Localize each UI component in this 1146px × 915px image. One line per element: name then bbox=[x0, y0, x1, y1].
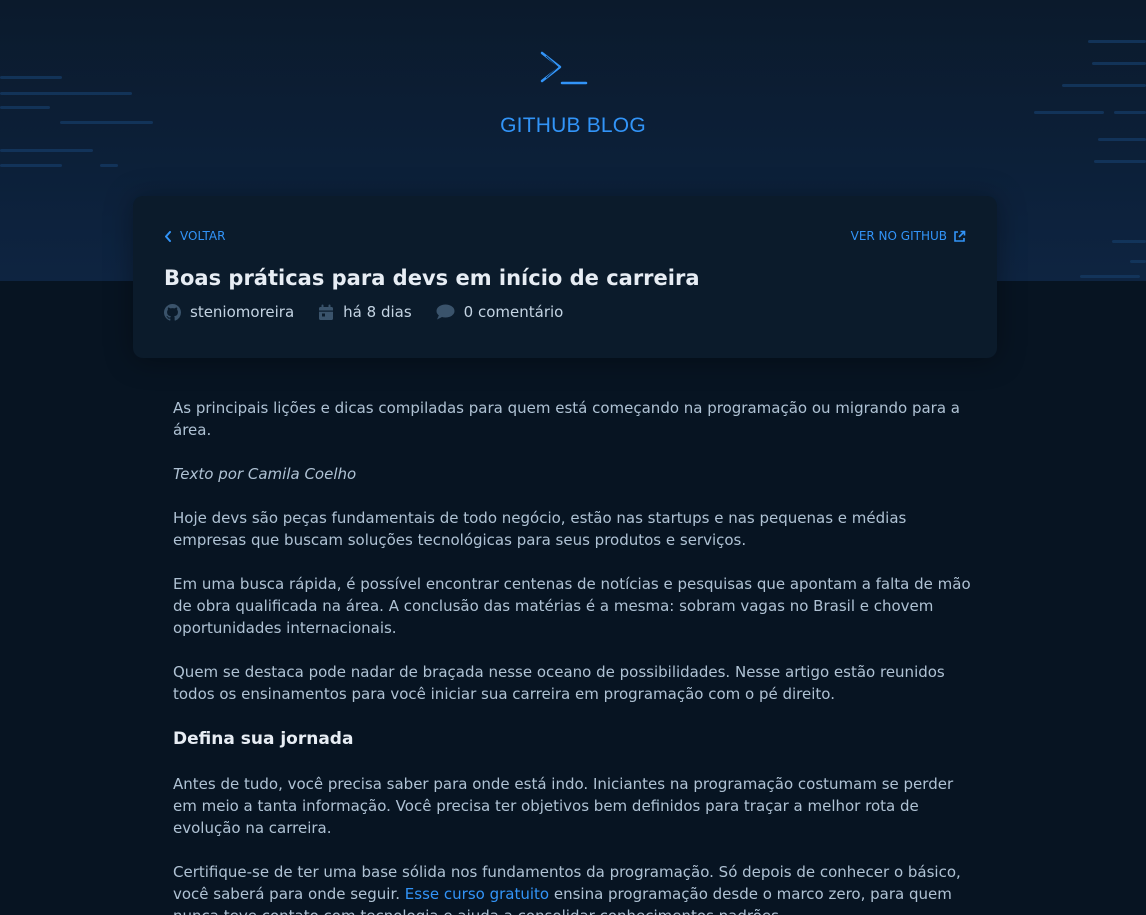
author-meta: steniomoreira bbox=[164, 303, 294, 321]
chevron-left-icon bbox=[165, 230, 171, 242]
decorative-line bbox=[1098, 138, 1146, 141]
decorative-line bbox=[1112, 240, 1146, 243]
article-byline: Texto por Camila Coelho bbox=[173, 465, 357, 483]
post-header-card: VOLTAR VER NO GITHUB Boas práticas para … bbox=[133, 196, 997, 358]
view-on-github-label: VER NO GITHUB bbox=[850, 229, 947, 243]
decorative-line bbox=[1092, 62, 1146, 65]
post-meta: steniomoreira há 8 dias 0 comentário bbox=[164, 303, 587, 321]
decorative-line bbox=[0, 164, 62, 167]
back-link[interactable]: VOLTAR bbox=[164, 229, 225, 243]
date-meta: há 8 dias bbox=[318, 303, 412, 321]
decorative-line bbox=[100, 164, 118, 167]
decorative-line bbox=[0, 76, 62, 79]
decorative-line bbox=[1088, 40, 1146, 43]
comment-icon bbox=[436, 304, 455, 320]
article-body: As principais lições e dicas compiladas … bbox=[173, 397, 973, 915]
article-heading: Defina sua jornada bbox=[173, 729, 354, 749]
post-title: Boas práticas para devs em início de car… bbox=[164, 266, 700, 290]
github-icon bbox=[164, 303, 181, 321]
article-paragraph: Em uma busca rápida, é possível encontra… bbox=[173, 575, 971, 637]
decorative-line bbox=[0, 149, 93, 152]
back-link-label: VOLTAR bbox=[180, 229, 226, 243]
comments-meta: 0 comentário bbox=[436, 303, 564, 321]
terminal-prompt-icon bbox=[540, 51, 588, 85]
article-paragraph: Antes de tudo, você precisa saber para o… bbox=[173, 775, 954, 837]
decorative-line bbox=[0, 106, 50, 109]
article-paragraph: Quem se destaca pode nadar de braçada ne… bbox=[173, 663, 945, 703]
decorative-line bbox=[1080, 275, 1140, 278]
comments-count: 0 comentário bbox=[463, 303, 564, 321]
view-on-github-link[interactable]: VER NO GITHUB bbox=[851, 229, 966, 243]
decorative-line bbox=[0, 92, 132, 95]
calendar-icon bbox=[319, 304, 334, 320]
post-date: há 8 dias bbox=[343, 303, 412, 321]
course-link[interactable]: Esse curso gratuito bbox=[405, 885, 549, 903]
blog-title: GITHUB BLOG bbox=[500, 114, 646, 137]
article-paragraph: Hoje devs são peças fundamentais de todo… bbox=[173, 509, 907, 549]
decorative-line bbox=[1094, 160, 1146, 163]
author-name: steniomoreira bbox=[190, 303, 295, 321]
article-paragraph-with-link: Certifique-se de ter uma base sólida nos… bbox=[173, 861, 973, 915]
decorative-line bbox=[1062, 84, 1146, 87]
external-link-icon bbox=[954, 230, 966, 242]
decorative-line bbox=[1130, 260, 1146, 263]
article-intro: As principais lições e dicas compiladas … bbox=[173, 399, 960, 439]
